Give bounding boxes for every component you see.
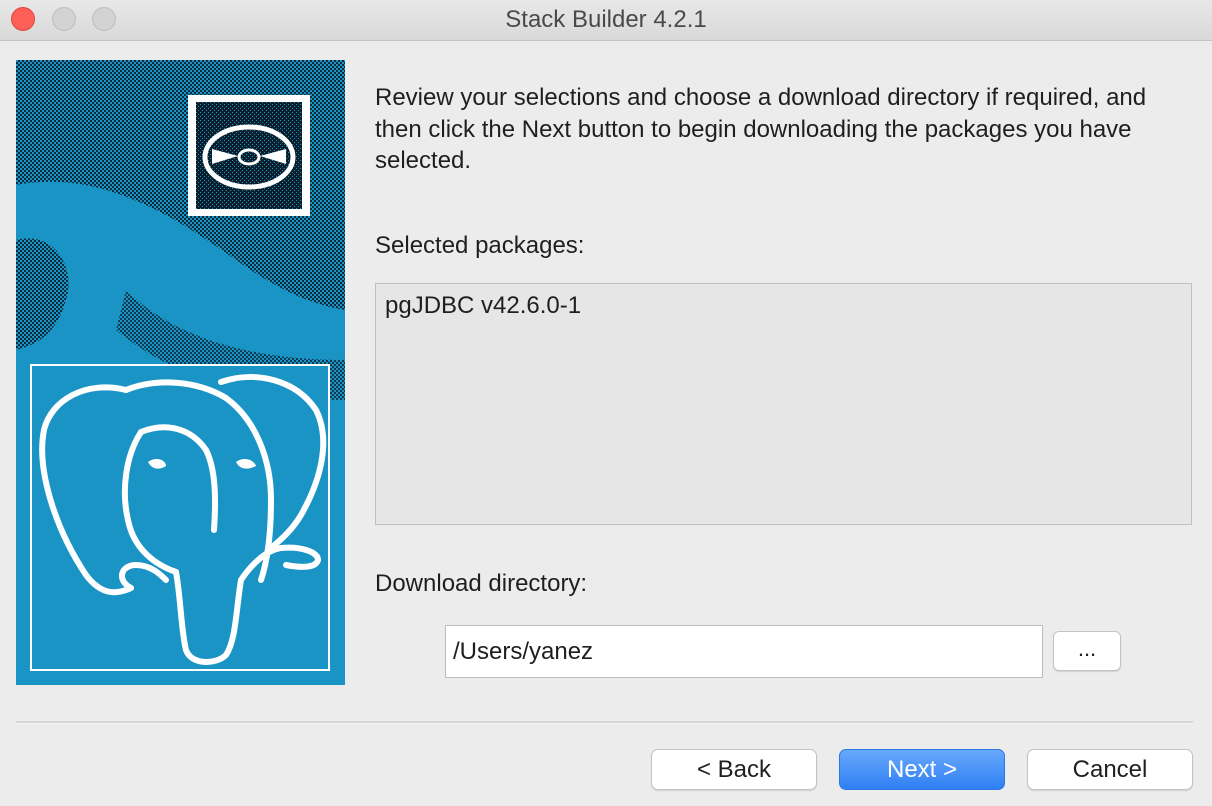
next-button[interactable]: Next > (839, 749, 1005, 790)
wizard-side-image (16, 60, 345, 685)
cancel-button[interactable]: Cancel (1027, 749, 1193, 790)
selected-packages-label: Selected packages: (375, 232, 585, 259)
window-title: Stack Builder 4.2.1 (505, 6, 707, 33)
intro-text: Review your selections and choose a down… (375, 84, 1147, 174)
download-directory-input[interactable] (445, 625, 1043, 678)
download-directory-label: Download directory: (375, 570, 588, 597)
list-item[interactable]: pgJDBC v42.6.0-1 (385, 292, 581, 320)
selected-packages-list[interactable]: pgJDBC v42.6.0-1 (375, 283, 1192, 525)
browse-directory-button[interactable]: ... (1053, 631, 1121, 671)
postgresql-elephant-icon (30, 364, 330, 671)
stack-builder-window: Stack Builder 4.2.1 Review your selectio… (0, 0, 1212, 806)
title-bar: Stack Builder 4.2.1 (0, 0, 1212, 41)
separator (16, 721, 1193, 724)
back-button[interactable]: < Back (651, 749, 817, 790)
disc-icon (188, 95, 310, 216)
